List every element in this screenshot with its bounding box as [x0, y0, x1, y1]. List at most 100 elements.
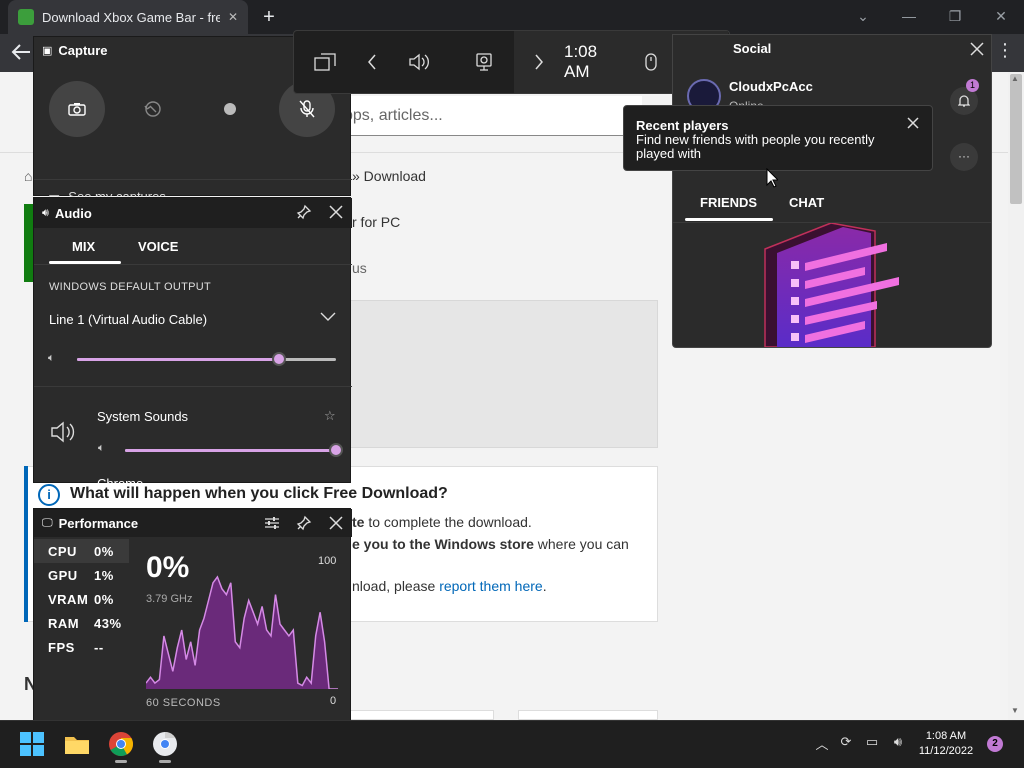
running-indicator: [115, 760, 127, 763]
mouse-cursor-icon: [766, 168, 778, 188]
restore-icon[interactable]: ❐: [944, 6, 966, 26]
folder-icon: [65, 737, 89, 754]
capture-icon: [476, 53, 492, 71]
window-close-icon[interactable]: ✕: [990, 6, 1012, 26]
file-explorer-button[interactable]: [63, 730, 91, 758]
screenshot-button[interactable]: [49, 81, 105, 137]
perf-row-vram[interactable]: VRAM 0%: [34, 587, 129, 611]
app-logo-accent: [24, 204, 33, 282]
app-mute-icon[interactable]: 🔈︎: [98, 442, 105, 455]
sync-icon[interactable]: ⟳: [836, 734, 856, 754]
taskbar-clock[interactable]: 1:08 AM 11/12/2022: [915, 729, 977, 759]
start-button[interactable]: [18, 730, 46, 758]
output-device-select[interactable]: Line 1 (Virtual Audio Cable): [49, 312, 207, 327]
info-line-3: nload, please report them here.: [352, 578, 547, 594]
info-title: What will happen when you click Free Dow…: [70, 485, 448, 502]
perf-row-fps[interactable]: FPS --: [34, 635, 129, 659]
scroll-up-icon[interactable]: ▲: [1011, 74, 1019, 83]
capture-widget-icon: ▣: [42, 45, 53, 57]
tooltip-close-icon[interactable]: [906, 116, 920, 130]
app-name-fragment: r for PC: [352, 214, 401, 230]
gamertag: CloudxPcAcc: [729, 79, 813, 94]
capture-divider: [34, 179, 352, 180]
volume-icon[interactable]: 🔊︎: [888, 734, 908, 754]
running-indicator: [159, 760, 171, 763]
tab-mix[interactable]: MIX: [72, 239, 95, 254]
audio-widget: 🔊︎ Audio MIX VOICE WINDOWS DEFAULT OUTPU…: [33, 197, 352, 484]
capture-title: Capture: [58, 43, 108, 58]
pin-icon[interactable]: [296, 204, 312, 220]
perf-row-ram[interactable]: RAM 43%: [34, 611, 129, 635]
site-search-input[interactable]: pps, articles...: [318, 96, 642, 136]
minimize-icon[interactable]: —: [898, 6, 920, 26]
social-widget: Social CloudxPcAcc Online 1 ··· FRIENDS …: [672, 34, 992, 348]
mic-off-icon: [299, 100, 315, 118]
tab-voice[interactable]: VOICE: [138, 239, 178, 254]
bell-icon: [958, 95, 970, 107]
info-line-1: te to complete the download.: [352, 514, 532, 530]
info-line-2: e you to the Windows store where you can: [352, 536, 629, 552]
tab-friends[interactable]: FRIENDS: [700, 195, 757, 210]
audio-widget-button[interactable]: [394, 31, 446, 93]
perf-row-cpu[interactable]: CPU 0%: [34, 539, 129, 563]
home-icon[interactable]: ⌂: [24, 168, 32, 184]
pin-icon[interactable]: [296, 515, 312, 531]
performance-title: Performance: [58, 516, 139, 531]
scrollbar-thumb[interactable]: [1010, 74, 1022, 204]
close-icon[interactable]: [328, 515, 344, 531]
notification-count-badge: 1: [966, 79, 979, 92]
widget-menu-button[interactable]: [300, 31, 350, 93]
chrome-taskbar-button[interactable]: [107, 730, 135, 758]
record-last-button[interactable]: [125, 81, 181, 137]
master-volume-slider[interactable]: [77, 351, 336, 367]
chrome-canary-taskbar-button[interactable]: [151, 730, 179, 758]
tab-title: Download Xbox Game Bar - free: [42, 9, 220, 25]
search-placeholder: pps, articles...: [344, 106, 443, 124]
scroll-down-icon[interactable]: ▼: [1011, 706, 1019, 715]
close-icon[interactable]: [328, 204, 344, 220]
tab-close-icon[interactable]: ✕: [228, 10, 238, 24]
close-icon[interactable]: [969, 41, 985, 57]
network-icon[interactable]: ▭: [862, 734, 882, 754]
back-button[interactable]: [354, 31, 390, 93]
report-link[interactable]: report them here: [439, 578, 543, 594]
tab-chat[interactable]: CHAT: [789, 195, 824, 210]
download-panel: [340, 300, 658, 448]
system-sounds-slider[interactable]: [125, 442, 343, 458]
graph-max-label: 100: [318, 555, 337, 567]
forward-icon: [535, 54, 543, 70]
output-section-label: WINDOWS DEFAULT OUTPUT: [49, 281, 212, 293]
game-bar-toolbar: 1:08 AM: [293, 30, 730, 94]
app-status-fragment: us: [352, 260, 367, 276]
browser-menu-icon[interactable]: ⋮: [996, 40, 1014, 61]
forward-button[interactable]: [514, 31, 564, 93]
star-icon[interactable]: ☆: [324, 408, 336, 424]
more-options-button[interactable]: ···: [950, 143, 978, 171]
new-tab-button[interactable]: +: [258, 6, 280, 28]
browser-back-icon[interactable]: [10, 42, 32, 62]
browser-tab[interactable]: Download Xbox Game Bar - free ✕: [8, 0, 248, 34]
app-speaker-icon: [50, 420, 78, 444]
info-accent-bar: [24, 466, 28, 622]
graph-min-label: 0: [330, 695, 337, 707]
chevron-down-icon[interactable]: [320, 312, 336, 322]
notification-badge[interactable]: 2: [987, 736, 1003, 752]
app-volume-name-2: Chrome: [97, 476, 144, 484]
tab-search-chevron-icon[interactable]: ⌄: [852, 6, 874, 26]
social-title: Social: [733, 41, 772, 56]
tray-overflow-icon[interactable]: ︿: [812, 734, 832, 754]
capture-widget-button[interactable]: [454, 31, 514, 93]
start-recording-button[interactable]: [202, 81, 258, 137]
perf-row-gpu[interactable]: GPU 1%: [34, 563, 129, 587]
audio-section-divider: [34, 386, 352, 387]
windows-icon: [20, 732, 44, 756]
info-icon: i: [38, 484, 60, 506]
speaker-icon: 🔊︎: [42, 207, 49, 219]
breadcrumb[interactable]: » Download: [352, 168, 426, 184]
site-favicon-icon: [18, 9, 34, 25]
clock-display: 1:08 AM: [564, 31, 626, 93]
recent-players-tooltip: Recent players Find new friends with peo…: [623, 105, 933, 171]
settings-sliders-icon[interactable]: [264, 515, 280, 531]
tooltip-title: Recent players: [636, 118, 729, 133]
mouse-settings-button[interactable]: [626, 31, 676, 93]
